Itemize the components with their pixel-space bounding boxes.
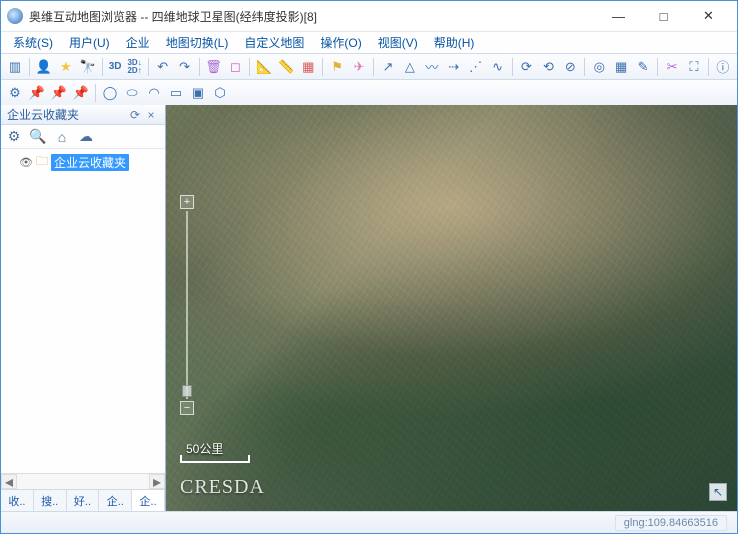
sidebar-close-icon[interactable]: × xyxy=(143,108,159,122)
folder-icon: 🗀 xyxy=(36,152,48,173)
sidebar-tab-friends[interactable]: 好.. xyxy=(67,490,100,511)
menu-system[interactable]: 系统(S) xyxy=(5,32,61,53)
app-icon xyxy=(7,8,23,24)
sidebar-tabs: 收.. 搜.. 好.. 企.. 企.. xyxy=(1,489,165,511)
shape-ellipse-icon[interactable]: ⬭ xyxy=(122,83,142,103)
menu-user[interactable]: 用户(U) xyxy=(61,32,118,53)
minimize-button[interactable]: ― xyxy=(596,1,641,31)
menu-operate[interactable]: 操作(O) xyxy=(312,32,369,53)
sidebar-refresh-icon[interactable]: ⟳ xyxy=(127,108,143,122)
menu-mapswitch[interactable]: 地图切换(L) xyxy=(158,32,237,53)
sidebar-hscroll[interactable]: ◂ ▸ xyxy=(1,473,165,489)
close-button[interactable]: ✕ xyxy=(686,1,731,31)
sidebar-toolbar: ⚙ 🔍 ⌂ ☁ xyxy=(1,125,165,149)
view-3d-button[interactable]: 3D xyxy=(107,61,124,72)
zoom-track[interactable] xyxy=(186,211,188,399)
grid-icon[interactable]: ▦ xyxy=(611,57,631,77)
menu-view[interactable]: 视图(V) xyxy=(370,32,426,53)
menu-enterprise[interactable]: 企业 xyxy=(118,32,158,53)
polyline-icon[interactable]: ↗ xyxy=(378,57,398,77)
capture-icon[interactable]: ⛶ xyxy=(684,57,704,77)
map-watermark: CRESDA xyxy=(180,476,265,499)
edit-icon[interactable]: ✎ xyxy=(633,57,653,77)
sidebar-tree[interactable]: 👁 🗀 企业云收藏夹 xyxy=(1,149,165,473)
cut-icon[interactable]: ✂ xyxy=(662,57,682,77)
redo-icon[interactable]: ↷ xyxy=(175,57,195,77)
shape-hex-icon[interactable]: ⬡ xyxy=(210,83,230,103)
curve-icon[interactable]: 〰 xyxy=(422,57,442,77)
view-3d2d-button[interactable]: 3D↓2D↑ xyxy=(125,59,143,75)
pointset-icon[interactable]: ⋰ xyxy=(466,57,486,77)
main-area: 企业云收藏夹 ⟳ × ⚙ 🔍 ⌂ ☁ 👁 🗀 企业云收藏夹 ◂ ▸ xyxy=(1,105,737,511)
scroll-right-icon[interactable]: ▸ xyxy=(149,474,165,489)
toolbar-main: ▥ 👤 ★ 🔭 3D 3D↓2D↑ ↶ ↷ 🗑 ◻ 📐 📏 ▦ ⚑ ✈ ↗ △ … xyxy=(1,53,737,79)
menu-custommap[interactable]: 自定义地图 xyxy=(236,32,312,53)
scale-bar: 50公里 xyxy=(180,440,250,463)
sidebar-title: 企业云收藏夹 xyxy=(7,106,127,123)
shape-rect-icon[interactable]: ▭ xyxy=(166,83,186,103)
zoom-out-button[interactable]: − xyxy=(180,401,194,415)
sidebar-tab-ent1[interactable]: 企.. xyxy=(99,490,132,511)
sidebar-cloud-icon[interactable]: ☁ xyxy=(77,128,95,146)
gear-icon[interactable]: ⚙ xyxy=(5,83,25,103)
shape-circle-icon[interactable]: ◯ xyxy=(100,83,120,103)
about-icon[interactable]: ⓘ xyxy=(713,57,733,77)
user-icon[interactable]: 👤 xyxy=(34,57,54,77)
window-title: 奥维互动地图浏览器 -- 四维地球卫星图(经纬度投影)[8] xyxy=(29,8,596,25)
sidebar-tab-favorites[interactable]: 收.. xyxy=(1,490,34,511)
shape-select-icon[interactable]: ▣ xyxy=(188,83,208,103)
flag-icon[interactable]: ⚑ xyxy=(327,57,347,77)
nav-arrow-icon[interactable]: ↖ xyxy=(709,483,727,501)
toolbar-shapes: ⚙ 📌 📌 📌 ◯ ⬭ ◠ ▭ ▣ ⬡ xyxy=(1,79,737,105)
status-bar: glng:109.84663516 xyxy=(1,511,737,533)
pin-green-icon[interactable]: 📌 xyxy=(71,83,91,103)
track-icon[interactable]: ⇢ xyxy=(444,57,464,77)
maximize-button[interactable]: □ xyxy=(641,1,686,31)
title-bar: 奥维互动地图浏览器 -- 四维地球卫星图(经纬度投影)[8] ― □ ✕ xyxy=(1,1,737,31)
sidebar-tab-search[interactable]: 搜.. xyxy=(34,490,67,511)
tree-row[interactable]: 👁 🗀 企业云收藏夹 xyxy=(3,153,163,171)
star-icon[interactable]: ★ xyxy=(56,57,76,77)
scroll-left-icon[interactable]: ◂ xyxy=(1,474,17,489)
sidebar-header: 企业云收藏夹 ⟳ × xyxy=(1,105,165,125)
open-icon[interactable]: ▥ xyxy=(5,57,25,77)
area-icon[interactable]: ▦ xyxy=(298,57,318,77)
polygon-icon[interactable]: △ xyxy=(400,57,420,77)
target-icon[interactable]: ◎ xyxy=(589,57,609,77)
sidebar: 企业云收藏夹 ⟳ × ⚙ 🔍 ⌂ ☁ 👁 🗀 企业云收藏夹 ◂ ▸ xyxy=(1,105,166,511)
ruler-h-icon[interactable]: 📐 xyxy=(254,57,274,77)
menu-bar: 系统(S) 用户(U) 企业 地图切换(L) 自定义地图 操作(O) 视图(V)… xyxy=(1,31,737,53)
freehand-icon[interactable]: ∿ xyxy=(488,57,508,77)
tree-item-label: 企业云收藏夹 xyxy=(51,154,129,171)
shape-arc-icon[interactable]: ◠ xyxy=(144,83,164,103)
ruler-v-icon[interactable]: 📏 xyxy=(276,57,296,77)
refresh-cw-icon[interactable]: ⟳ xyxy=(517,57,537,77)
map-viewport[interactable]: + − 50公里 CRESDA ↖ xyxy=(166,105,737,511)
binoculars-icon[interactable]: 🔭 xyxy=(78,57,98,77)
refresh-ccw-icon[interactable]: ⟲ xyxy=(538,57,558,77)
eye-icon[interactable]: 👁 xyxy=(19,156,33,169)
trash-icon[interactable]: 🗑 xyxy=(204,57,224,77)
sidebar-tab-ent2[interactable]: 企.. xyxy=(132,490,165,511)
undo-icon[interactable]: ↶ xyxy=(153,57,173,77)
pin-blue-icon[interactable]: 📌 xyxy=(49,83,69,103)
pin-yellow-icon[interactable]: 📌 xyxy=(27,83,47,103)
menu-help[interactable]: 帮助(H) xyxy=(426,32,483,53)
zoom-in-button[interactable]: + xyxy=(180,195,194,209)
select-rect-icon[interactable]: ◻ xyxy=(225,57,245,77)
app-window: 奥维互动地图浏览器 -- 四维地球卫星图(经纬度投影)[8] ― □ ✕ 系统(… xyxy=(0,0,738,534)
zoom-thumb[interactable] xyxy=(182,385,192,397)
sidebar-gear-icon[interactable]: ⚙ xyxy=(5,128,23,146)
sidebar-home-icon[interactable]: ⌂ xyxy=(53,128,71,146)
status-coord: glng:109.84663516 xyxy=(615,515,727,531)
route-icon[interactable]: ✈ xyxy=(349,57,369,77)
sync-off-icon[interactable]: ⊘ xyxy=(560,57,580,77)
sidebar-search-icon[interactable]: 🔍 xyxy=(29,128,47,146)
zoom-slider[interactable]: + − xyxy=(180,195,194,415)
